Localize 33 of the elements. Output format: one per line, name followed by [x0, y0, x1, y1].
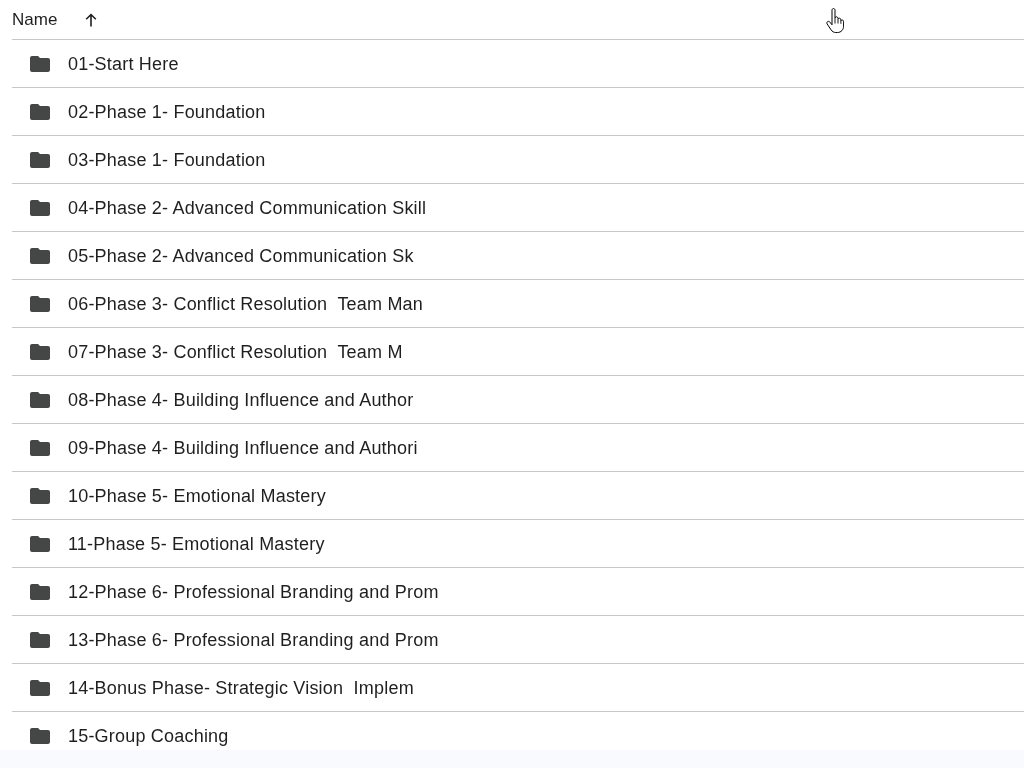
- folder-icon: [30, 535, 50, 552]
- folder-icon: [30, 199, 50, 216]
- folder-name[interactable]: 12-Phase 6- Professional Branding and Prom: [68, 580, 439, 603]
- folder-name[interactable]: 14-Bonus Phase- Strategic Vision Implem: [68, 676, 414, 699]
- folder-name[interactable]: 07-Phase 3- Conflict Resolution Team M: [68, 340, 403, 363]
- folder-name[interactable]: 11-Phase 5- Emotional Mastery: [68, 532, 325, 555]
- folder-icon: [30, 295, 50, 312]
- folder-name[interactable]: 09-Phase 4- Building Influence and Authori: [68, 436, 418, 459]
- folder-icon: [30, 439, 50, 456]
- folder-name[interactable]: 03-Phase 1- Foundation: [68, 148, 266, 171]
- name-column-header[interactable]: Name: [12, 9, 58, 30]
- folder-name[interactable]: 15-Group Coaching: [68, 724, 229, 747]
- arrow-up-icon[interactable]: [85, 12, 98, 27]
- folder-icon: [30, 247, 50, 264]
- folder-name[interactable]: 05-Phase 2- Advanced Communication Sk: [68, 244, 414, 267]
- folder-icon: [30, 391, 50, 408]
- folder-icon: [30, 727, 50, 744]
- folder-icon: [30, 487, 50, 504]
- folder-icon: [30, 679, 50, 696]
- folder-name[interactable]: 06-Phase 3- Conflict Resolution Team Man: [68, 292, 424, 315]
- folder-icon: [30, 103, 50, 120]
- folder-name[interactable]: 04-Phase 2- Advanced Communication Skill: [68, 196, 427, 219]
- folder-icon: [30, 343, 50, 360]
- folder-name[interactable]: 02-Phase 1- Foundation: [68, 100, 266, 123]
- folder-name[interactable]: 01-Start Here: [68, 52, 179, 75]
- folder-name[interactable]: 10-Phase 5- Emotional Mastery: [68, 484, 326, 507]
- folder-name[interactable]: 13-Phase 6- Professional Branding and Prom: [68, 628, 439, 651]
- folder-name[interactable]: 08-Phase 4- Building Influence and Author: [68, 388, 414, 411]
- folder-icon: [30, 151, 50, 168]
- folder-icon: [30, 631, 50, 648]
- folder-icon: [30, 55, 50, 72]
- folder-icon: [30, 583, 50, 600]
- hand-cursor-icon: [826, 8, 844, 33]
